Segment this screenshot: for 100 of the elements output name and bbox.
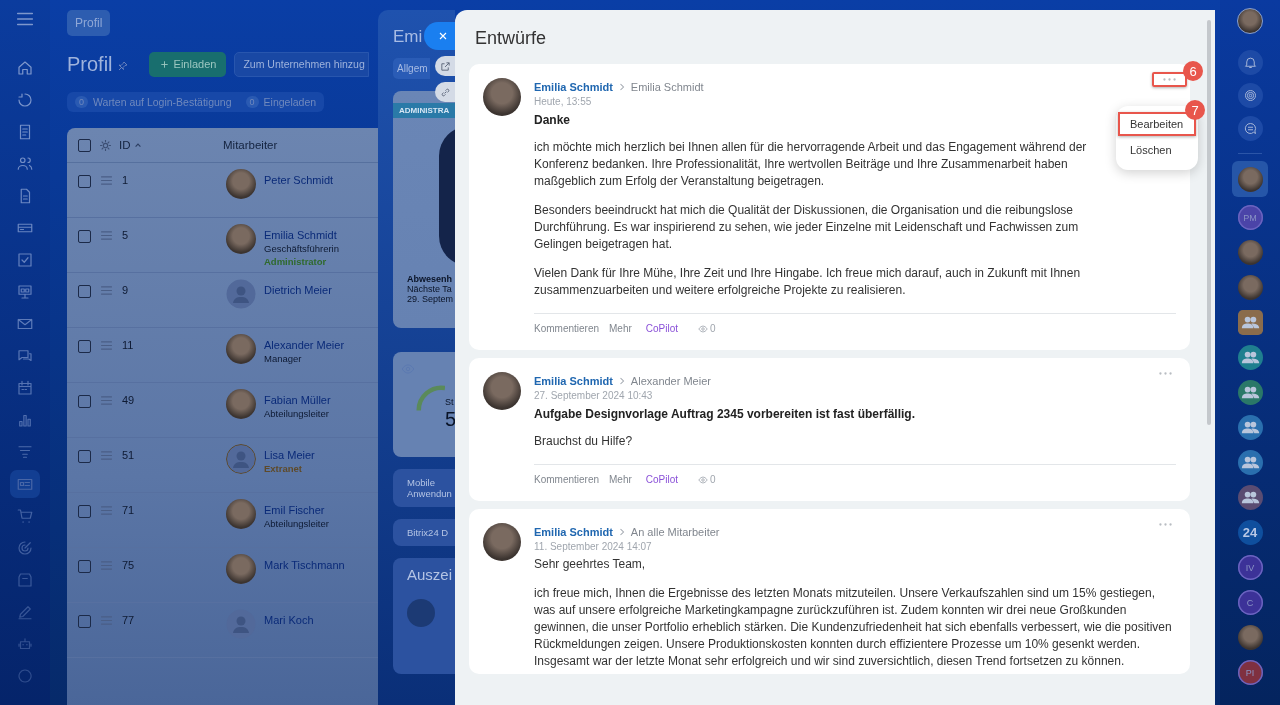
checkbox[interactable] [78,138,91,152]
card-text: Mobile [407,477,436,488]
mobile-app-card[interactable]: Mobile Anwendun [393,469,455,507]
scrollbar[interactable] [1207,20,1211,425]
checkbox[interactable] [78,230,91,243]
employee-name-link[interactable]: Fabian Müller [264,394,331,406]
copilot-link[interactable]: CoPilot [645,474,679,485]
checkbox[interactable] [78,615,91,628]
table-cell-text: 51 [122,449,136,461]
author-link[interactable]: Emilia Schmidt [534,526,613,538]
home-icon [16,59,34,77]
drag-handle-icon[interactable] [101,506,112,515]
filter-link[interactable]: Warten auf Login-Bestätigung [93,96,232,108]
panel-title: Emi [393,27,423,47]
avatar-photo [1237,166,1263,192]
position-text: Abteilungsleiter [264,518,329,529]
avatar-photo [483,372,521,410]
link-icon [439,86,451,98]
nav-item[interactable] [10,470,40,498]
user-avatar-photo[interactable] [1237,8,1263,34]
count-badge: 0 [245,96,259,108]
more-link[interactable]: Mehr [609,474,632,485]
panel-title: Entwürfe [474,27,548,50]
employee-name-link[interactable]: Dietrich Meier [264,284,332,296]
drag-handle-icon[interactable] [101,176,112,185]
chevron-right-icon [618,83,625,91]
comment-link[interactable]: Kommentieren [534,323,600,334]
external-link-icon [439,60,451,72]
add-to-company-button[interactable]: Zum Unternehmen hinzug [234,51,369,77]
eye-icon [698,474,709,485]
employee-name-link[interactable]: Emil Fischer [264,504,329,516]
drag-handle-icon[interactable] [101,231,112,240]
filter-link[interactable]: Eingeladen [263,96,317,108]
drag-handle-icon[interactable] [101,286,112,295]
post-text: Vielen Dank für Ihre Mühe, Ihre Zeit und Ihre Hingabe. Ich freue mich darauf, auch in Zukunft mit Ihnen zusammenzuarbeiten und weitere erfolgreiche Projekte zu realisieren. [534,265,1082,299]
chat-bubble-icon [1242,121,1258,136]
copilot-link[interactable]: CoPilot [645,323,679,334]
spiral-icon [1242,88,1258,103]
drag-handle-icon[interactable] [101,341,112,350]
bell-icon [1242,55,1258,70]
people-icon [16,155,34,173]
role-strip: ADMINISTRA [393,103,455,118]
checkbox[interactable] [78,395,91,408]
recipient-text: An alle Mitarbeiter [630,526,720,538]
tab[interactable]: Allgem [393,58,430,79]
absence-title: Abwesenh [407,274,453,284]
box-icon [16,571,34,589]
gauge-drawing [415,382,445,412]
employee-name-link[interactable]: Alexander Meier [264,339,345,351]
author-link[interactable]: Emilia Schmidt [534,81,613,93]
table-cell-text: 77 [122,614,136,626]
spiral-button[interactable] [1237,83,1263,108]
chevron-right-icon [618,377,625,385]
recipient-text: Emilia Schmidt [630,81,704,93]
drag-handle-icon[interactable] [101,396,112,405]
drag-handle-icon[interactable] [101,561,112,570]
drive-card[interactable]: Bitrix24 D [393,519,455,546]
pin-icon[interactable] [116,60,129,72]
drag-handle-icon[interactable] [101,616,112,625]
post-text: ich freue mich, Ihnen die Ergebnisse des letzten Monats mitzuteilen. Unsere Verkaufszahlen sind um 15% gestiegen, was auf unsere erfolgreiche Marketingkampagne zurückzuführen ist. Zudem konnten wir drei neue Großkunden gewinnen, die unser Portfolio erheblich stärken. Die Kundenzufriedenheit hat sich ebenfalls verbessert, wie die positiven Rückmeldungen zeigen. Unsere Produktionskosten konnten durch effizientere Prozesse um 10% gesenkt werden. Insgesamt war der letzte Monat sehr erfolgreich und wir sind zuversichtlich, diesen Trend fortsetzen zu können. [534,585,1173,670]
position-text: Manager [264,353,303,364]
table-cell-text: 11 [122,339,135,351]
employee-name-link[interactable]: Peter Schmidt [264,174,334,186]
employee-name-link[interactable]: Emilia Schmidt [264,229,339,241]
checkbox[interactable] [78,450,91,463]
chat-button[interactable] [1237,116,1263,141]
breadcrumb-button[interactable]: Profil [67,10,111,36]
menu-item[interactable]: Löschen [1118,138,1196,162]
drag-handle-icon[interactable] [101,451,112,460]
employee-name-link[interactable]: Mari Koch [264,614,314,626]
checkbox[interactable] [78,175,91,188]
checkbox[interactable] [78,505,91,518]
page-title: Profil [67,52,113,76]
checkbox[interactable] [78,285,91,298]
dots-icon [1163,78,1176,81]
checkbox[interactable] [78,560,91,573]
employee-name-link[interactable]: Mark Tischmann [264,559,345,571]
table-cell-text: 5 [122,229,130,241]
view-count: 0 [710,474,716,485]
employee-name-link[interactable]: Lisa Meier [264,449,315,461]
author-link[interactable]: Emilia Schmidt [534,375,613,387]
funnel-icon [16,443,34,461]
cart-icon [16,507,34,525]
copy-link-button[interactable] [435,82,455,102]
avatar-photo [483,78,521,116]
column-header[interactable]: ID [119,139,131,151]
dots-icon [1159,523,1172,526]
step-badge: 7 [1185,100,1205,120]
more-link[interactable]: Mehr [609,323,632,334]
sort-up-icon [133,141,142,149]
open-in-new-window-button[interactable] [435,56,455,76]
card-text: Bitrix24 D [407,527,450,538]
post-time: 27. September 2024 10:43 [534,390,654,401]
invite-button[interactable]: Einladen [148,51,227,77]
chevron-right-icon [618,528,625,536]
settings-icon[interactable] [99,138,112,152]
notifications-button[interactable] [1237,50,1263,75]
column-header[interactable]: Mitarbeiter [223,139,278,151]
checkbox[interactable] [78,340,91,353]
comment-link[interactable]: Kommentieren [534,474,600,485]
